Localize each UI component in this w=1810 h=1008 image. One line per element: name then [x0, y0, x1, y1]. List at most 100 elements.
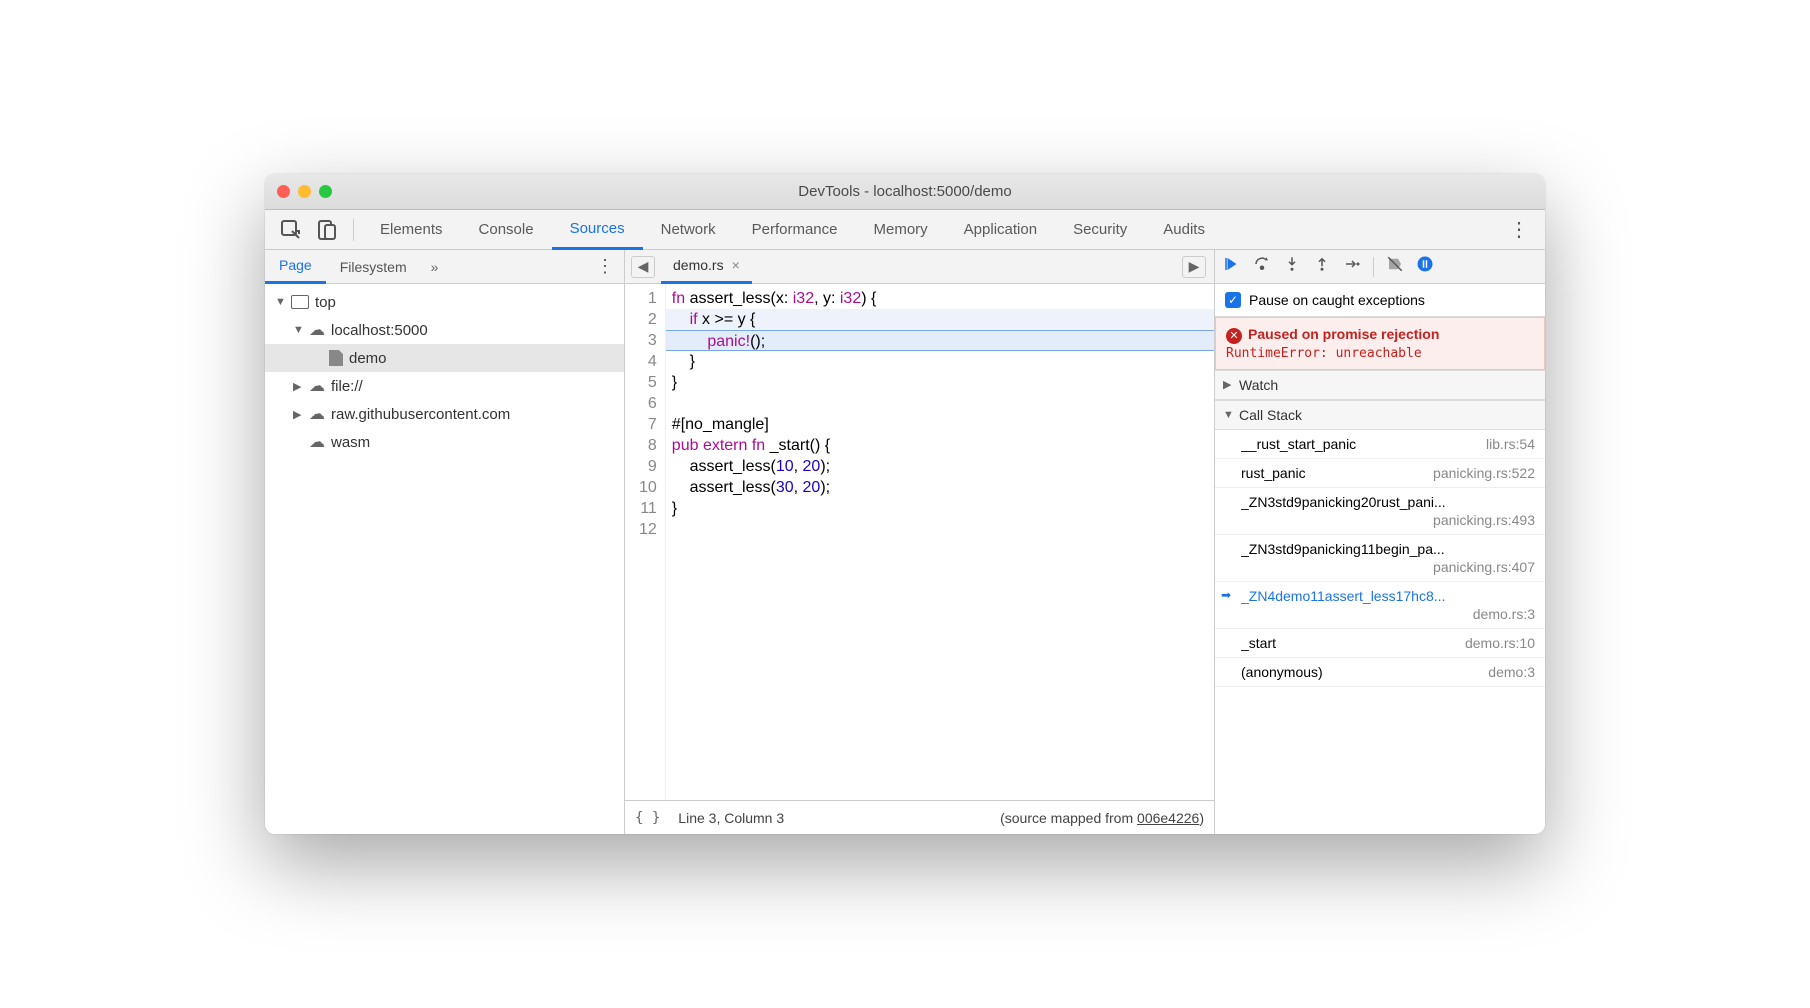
frame-function: _start	[1241, 635, 1276, 651]
code-line[interactable]: #[no_mangle]	[666, 414, 1214, 435]
pause-reason: ✕Paused on promise rejection RuntimeErro…	[1215, 317, 1545, 370]
frame-location[interactable]: demo.rs:3	[1473, 606, 1535, 622]
frame-location[interactable]: panicking.rs:407	[1433, 559, 1535, 575]
tree-item[interactable]: demo	[265, 344, 624, 372]
cloud-icon: ☁	[309, 404, 325, 424]
code-line[interactable]: }	[666, 351, 1214, 372]
step-over-icon[interactable]	[1253, 255, 1271, 278]
stack-frame[interactable]: _ZN3std9panicking11begin_pa...panicking.…	[1215, 535, 1545, 582]
stack-frame[interactable]: _start demo.rs:10	[1215, 629, 1545, 658]
tree-label: wasm	[331, 434, 370, 451]
code-line[interactable]	[666, 519, 1214, 540]
minimize-window-button[interactable]	[298, 185, 311, 198]
tree-label: file://	[331, 378, 363, 395]
stack-frame[interactable]: (anonymous) demo:3	[1215, 658, 1545, 687]
tree-label: localhost:5000	[331, 322, 428, 339]
step-icon[interactable]	[1343, 255, 1361, 278]
frame-function: rust_panic	[1241, 465, 1306, 481]
step-into-icon[interactable]	[1283, 255, 1301, 278]
device-toggle-icon[interactable]	[315, 218, 339, 242]
nav-forward-icon[interactable]: ▶	[1182, 256, 1206, 278]
frame-location[interactable]: demo:3	[1488, 664, 1535, 680]
frame-location[interactable]: panicking.rs:522	[1433, 465, 1535, 481]
debugger-toolbar	[1215, 250, 1545, 284]
stack-frame[interactable]: _ZN4demo11assert_less17hc8...demo.rs:3	[1215, 582, 1545, 629]
code-line[interactable]: assert_less(10, 20);	[666, 456, 1214, 477]
code-editor[interactable]: 123456789101112 fn assert_less(x: i32, y…	[625, 284, 1214, 800]
checkbox-checked-icon[interactable]: ✓	[1225, 292, 1241, 308]
step-out-icon[interactable]	[1313, 255, 1331, 278]
frame-function: (anonymous)	[1241, 664, 1323, 680]
zoom-window-button[interactable]	[319, 185, 332, 198]
kebab-menu-icon[interactable]: ⋮	[1501, 217, 1537, 242]
source-map-link[interactable]: 006e4226	[1137, 810, 1199, 826]
code-line[interactable]: pub extern fn _start() {	[666, 435, 1214, 456]
code-line[interactable]: fn assert_less(x: i32, y: i32) {	[666, 288, 1214, 309]
tree-item[interactable]: ▼top	[265, 288, 624, 316]
pause-exceptions-icon[interactable]	[1416, 255, 1434, 278]
error-icon: ✕	[1226, 328, 1242, 344]
overflow-icon[interactable]: »	[421, 259, 449, 275]
window-title: DevTools - localhost:5000/demo	[265, 183, 1545, 200]
inspect-icon[interactable]	[279, 218, 303, 242]
code-line[interactable]: }	[666, 498, 1214, 519]
tree-item[interactable]: ▶☁file://	[265, 372, 624, 400]
code-line[interactable]: }	[666, 372, 1214, 393]
tab-elements[interactable]: Elements	[362, 210, 461, 250]
code-line[interactable]: assert_less(30, 20);	[666, 477, 1214, 498]
titlebar: DevTools - localhost:5000/demo	[265, 174, 1545, 210]
stack-frame[interactable]: rust_panic panicking.rs:522	[1215, 459, 1545, 488]
navigator-pane: PageFilesystem » ⋮ ▼top▼☁localhost:5000d…	[265, 250, 625, 834]
tab-performance[interactable]: Performance	[734, 210, 856, 250]
editor-pane: ◀ demo.rs × ▶ 123456789101112 fn assert_…	[625, 250, 1215, 834]
pause-caught-row[interactable]: ✓ Pause on caught exceptions	[1215, 284, 1545, 317]
code-line[interactable]: panic!();	[666, 330, 1214, 351]
tab-network[interactable]: Network	[643, 210, 734, 250]
tree-item[interactable]: ▼☁localhost:5000	[265, 316, 624, 344]
tab-memory[interactable]: Memory	[856, 210, 946, 250]
file-tree: ▼top▼☁localhost:5000demo▶☁file://▶☁raw.g…	[265, 284, 624, 834]
code-line[interactable]	[666, 393, 1214, 414]
editor-statusbar: { } Line 3, Column 3 (source mapped from…	[625, 800, 1214, 834]
code-line[interactable]: if x >= y {	[666, 309, 1214, 330]
stack-frame[interactable]: _ZN3std9panicking20rust_pani...panicking…	[1215, 488, 1545, 535]
cloud-icon: ☁	[309, 432, 325, 452]
frame-function: __rust_start_panic	[1241, 436, 1356, 452]
tree-item[interactable]: ▶☁raw.githubusercontent.com	[265, 400, 624, 428]
frame-location[interactable]: panicking.rs:493	[1433, 512, 1535, 528]
code-lines: fn assert_less(x: i32, y: i32) { if x >=…	[666, 284, 1214, 800]
debugger-pane: ✓ Pause on caught exceptions ✕ Paused on …	[1215, 250, 1545, 834]
traffic-lights	[277, 185, 332, 198]
deactivate-breakpoints-icon[interactable]	[1386, 255, 1404, 278]
tab-application[interactable]: Application	[946, 210, 1055, 250]
cloud-icon: ☁	[309, 320, 325, 340]
watch-section-header[interactable]: ▶Watch	[1215, 370, 1545, 400]
pause-reason-title: Paused on promise rejection	[1248, 326, 1439, 342]
cursor-position: Line 3, Column 3	[678, 810, 784, 826]
tree-item[interactable]: ☁ wasm	[265, 428, 624, 456]
tab-security[interactable]: Security	[1055, 210, 1145, 250]
resume-icon[interactable]	[1223, 255, 1241, 278]
nav-back-icon[interactable]: ◀	[631, 256, 655, 278]
frame-location[interactable]: demo.rs:10	[1465, 635, 1535, 651]
navigator-tab-filesystem[interactable]: Filesystem	[326, 250, 421, 284]
tab-sources[interactable]: Sources	[552, 210, 643, 250]
navigator-tabs: PageFilesystem » ⋮	[265, 250, 624, 284]
main-area: PageFilesystem » ⋮ ▼top▼☁localhost:5000d…	[265, 250, 1545, 834]
frame-location[interactable]: lib.rs:54	[1486, 436, 1535, 452]
callstack-section-header[interactable]: ▼Call Stack	[1215, 400, 1545, 430]
pretty-print-icon[interactable]: { }	[635, 810, 660, 826]
file-tab[interactable]: demo.rs ×	[661, 250, 752, 284]
line-gutter: 123456789101112	[625, 284, 666, 800]
close-window-button[interactable]	[277, 185, 290, 198]
file-icon	[329, 350, 343, 366]
tree-label: demo	[349, 350, 387, 367]
stack-frame[interactable]: __rust_start_panic lib.rs:54	[1215, 430, 1545, 459]
navigator-menu-icon[interactable]: ⋮	[586, 256, 624, 277]
call-stack: __rust_start_paniclib.rs:54rust_panicpan…	[1215, 430, 1545, 835]
navigator-tab-page[interactable]: Page	[265, 250, 326, 284]
tab-audits[interactable]: Audits	[1145, 210, 1223, 250]
close-icon[interactable]: ×	[732, 257, 740, 273]
devtools-window: DevTools - localhost:5000/demo ElementsC…	[265, 174, 1545, 834]
tab-console[interactable]: Console	[461, 210, 552, 250]
